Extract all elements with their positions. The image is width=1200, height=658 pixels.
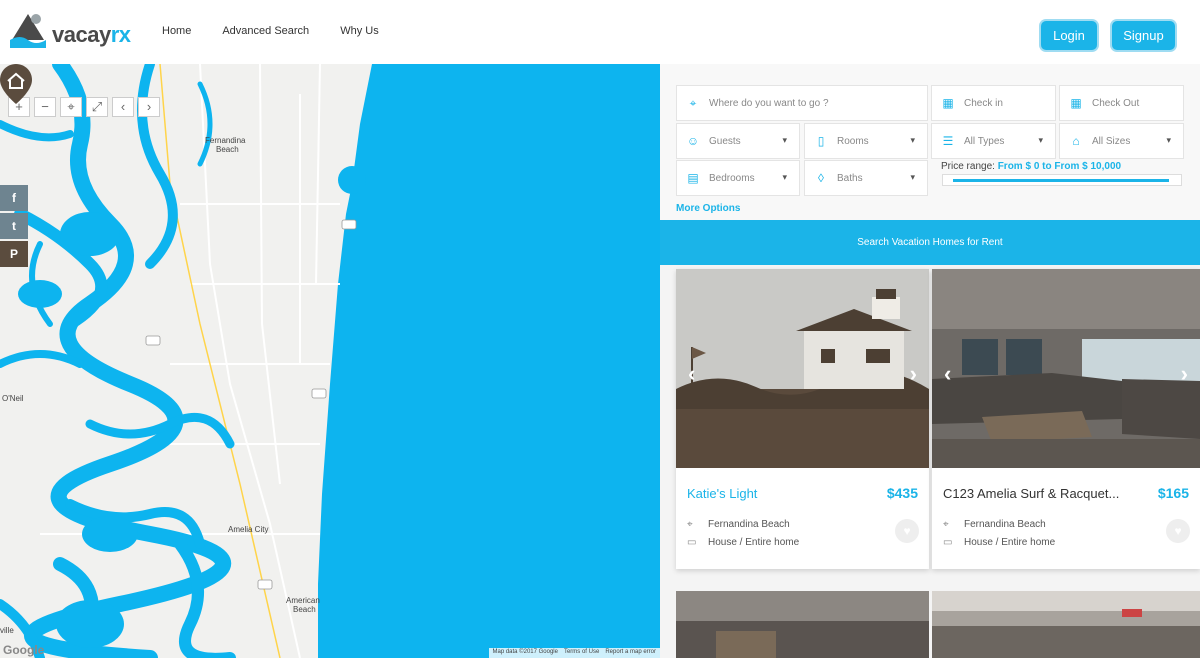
lighthouse-photo: [676, 269, 929, 468]
google-logo: Google: [3, 643, 45, 657]
chevron-down-icon: ▾: [782, 135, 787, 145]
location-pin-icon: ⌖: [687, 519, 693, 530]
listing-location: Fernandina Beach: [708, 519, 790, 530]
listing-photo-partial: [932, 591, 1200, 658]
bed-icon: ▤: [687, 171, 699, 185]
baths-select[interactable]: ◊ Baths ▾: [804, 160, 928, 196]
map-label: Amelia City: [228, 525, 269, 534]
heart-icon[interactable]: ♥: [1166, 519, 1190, 543]
listing-photo[interactable]: ‹ ›: [932, 269, 1200, 468]
check-in-field[interactable]: ▦ Check in: [931, 85, 1056, 121]
map-view[interactable]: + − ⌖ ⤢ ‹ › f t P Fernandina Beach O'Nei…: [0, 64, 660, 658]
nav-advanced-search[interactable]: Advanced Search: [222, 25, 309, 37]
locate-button[interactable]: ⌖: [60, 97, 82, 117]
listing-card-partial[interactable]: [932, 591, 1200, 658]
folder-icon: ▭: [943, 537, 953, 548]
nav-why-us[interactable]: Why Us: [340, 25, 379, 37]
chevron-left-icon[interactable]: ‹: [944, 361, 951, 387]
price-range-fill: [953, 179, 1169, 182]
chevron-right-icon[interactable]: ›: [910, 361, 917, 387]
calendar-icon: ▦: [1070, 96, 1082, 110]
listing-location: Fernandina Beach: [964, 519, 1046, 530]
heart-icon[interactable]: ♥: [895, 519, 919, 543]
map-label: ville: [0, 626, 14, 635]
guests-select[interactable]: ☺ Guests ▾: [676, 123, 800, 159]
fullscreen-button[interactable]: ⤢: [86, 97, 108, 117]
map-label: Beach: [293, 605, 316, 614]
list-icon: ☰: [942, 134, 954, 148]
listing-photo[interactable]: ‹ ›: [676, 269, 929, 468]
rooms-select[interactable]: ▯ Rooms ▾: [804, 123, 928, 159]
home-pin-icon[interactable]: [0, 64, 32, 104]
price-range-label: Price range: From $ 0 to From $ 10,000: [941, 161, 1122, 172]
prev-button[interactable]: ‹: [112, 97, 134, 117]
types-select[interactable]: ☰ All Types ▾: [931, 123, 1056, 159]
sizes-select[interactable]: ⌂ All Sizes ▾: [1059, 123, 1184, 159]
chevron-down-icon: ▾: [1166, 135, 1171, 145]
chevron-left-icon[interactable]: ‹: [688, 361, 695, 387]
check-out-field[interactable]: ▦ Check Out: [1059, 85, 1184, 121]
results-panel: ⌖ Where do you want to go ? ▦ Check in ▦…: [660, 64, 1200, 658]
user-icon: ☺: [686, 134, 700, 148]
more-options-link[interactable]: More Options: [676, 203, 740, 214]
map-label: American: [286, 596, 320, 605]
listing-title[interactable]: Katie's Light: [687, 486, 757, 501]
nav-home[interactable]: Home: [162, 25, 191, 37]
login-button[interactable]: Login: [1041, 21, 1097, 50]
logo[interactable]: vacayrx: [8, 10, 131, 54]
search-vacation-homes-button[interactable]: Search Vacation Homes for Rent: [660, 220, 1200, 265]
signup-button[interactable]: Signup: [1112, 21, 1175, 50]
listing-price: $435: [886, 485, 918, 501]
zoom-out-button[interactable]: −: [34, 97, 56, 117]
chevron-right-icon[interactable]: ›: [1181, 361, 1188, 387]
listing-type: House / Entire home: [964, 537, 1056, 548]
top-header: vacayrx Home Advanced Search Why Us Logi…: [0, 0, 1200, 64]
map-label: Fernandina: [205, 136, 246, 145]
map-label: Beach: [216, 145, 239, 154]
chevron-down-icon: ▾: [782, 172, 787, 182]
location-pin-icon: ⌖: [943, 519, 949, 530]
listing-price: $165: [1157, 485, 1189, 501]
chevron-down-icon: ▾: [1038, 135, 1043, 145]
listing-title[interactable]: C123 Amelia Surf & Racquet...: [943, 486, 1119, 501]
twitter-share-button[interactable]: t: [0, 213, 28, 239]
listing-card-partial[interactable]: [676, 591, 929, 658]
map-canvas: [0, 64, 660, 658]
main-nav: Home Advanced Search Why Us: [162, 25, 379, 37]
living-room-photo: [932, 269, 1200, 468]
search-form: ⌖ Where do you want to go ? ▦ Check in ▦…: [660, 64, 1200, 220]
listing-card[interactable]: ‹ › Katie's Light $435 ⌖ Fernandina Beac…: [676, 269, 929, 569]
folder-icon: ▭: [687, 537, 697, 548]
listing-card[interactable]: ‹ › C123 Amelia Surf & Racquet... $165 ⌖…: [932, 269, 1200, 569]
map-data-credit: Map data ©2017 Google: [492, 649, 558, 655]
listing-type: House / Entire home: [708, 537, 800, 548]
listing-photo-partial: [676, 591, 929, 658]
calendar-icon: ▦: [942, 96, 954, 110]
next-button[interactable]: ›: [138, 97, 160, 117]
facebook-share-button[interactable]: f: [0, 185, 28, 211]
price-range-slider[interactable]: [942, 174, 1182, 186]
terms-link[interactable]: Terms of Use: [564, 649, 599, 657]
chevron-down-icon: ▾: [910, 172, 915, 182]
map-label: O'Neil: [2, 394, 24, 403]
door-icon: ▯: [817, 134, 825, 148]
water-drop-icon: ◊: [818, 171, 824, 185]
logo-text: vacayrx: [52, 22, 131, 47]
house-icon: ⌂: [1072, 134, 1080, 148]
map-footer: Map data ©2017 Google Terms of Use Repor…: [488, 648, 660, 658]
logo-icon: [10, 14, 46, 48]
pinterest-share-button[interactable]: P: [0, 241, 28, 267]
bedrooms-select[interactable]: ▤ Bedrooms ▾: [676, 160, 800, 196]
location-pin-icon: ⌖: [689, 96, 697, 110]
chevron-down-icon: ▾: [910, 135, 915, 145]
where-input[interactable]: ⌖ Where do you want to go ?: [676, 85, 928, 121]
report-error-link[interactable]: Report a map error: [605, 649, 656, 657]
